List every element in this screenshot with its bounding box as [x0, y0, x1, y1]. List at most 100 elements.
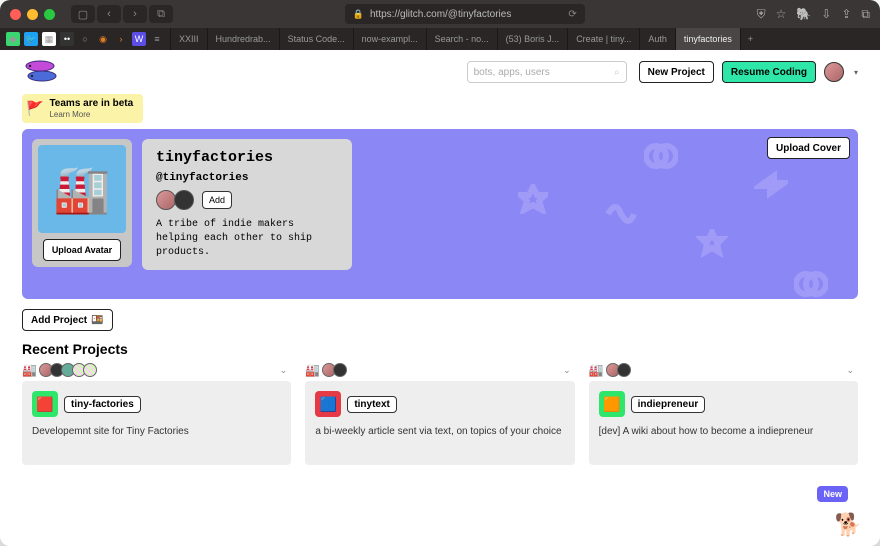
user-avatar[interactable] [824, 62, 844, 82]
share-icon[interactable]: ⇪ [841, 7, 851, 21]
browser-tab[interactable]: (53) Boris J... [497, 28, 568, 50]
project-name: tiny-factories [64, 396, 141, 413]
new-project-button[interactable]: New Project [639, 61, 714, 83]
lock-icon: 🔒 [353, 9, 364, 20]
browser-tabbar: ◆ 🐦 ▦ •• ○ ◉ › W ≡ XXIII Hundredrab... S… [0, 28, 880, 50]
browser-tab[interactable]: now-exampl... [353, 28, 426, 50]
fav-icon[interactable]: W [132, 32, 146, 46]
fav-icon[interactable]: 🐦 [24, 32, 38, 46]
star-icon[interactable]: ☆ [776, 7, 787, 21]
add-member-button[interactable]: Add [202, 191, 232, 209]
chevron-down-icon[interactable]: ⌄ [276, 365, 292, 376]
project-name: tinytext [347, 396, 397, 413]
team-handle: @tinyfactories [156, 172, 338, 184]
member-avatar[interactable] [617, 363, 631, 377]
window-close-icon[interactable] [10, 9, 21, 20]
fav-icon[interactable]: ○ [78, 32, 92, 46]
upload-avatar-button[interactable]: Upload Avatar [43, 239, 121, 261]
reload-icon[interactable]: ⟳ [568, 9, 576, 20]
fav-icon[interactable]: •• [60, 32, 74, 46]
browser-tab[interactable]: XXIII [170, 28, 207, 50]
fav-icon[interactable]: › [114, 32, 128, 46]
deco-icon [754, 169, 788, 206]
member-avatar[interactable] [174, 190, 194, 210]
deco-icon [604, 194, 638, 231]
window-minimize-icon[interactable] [27, 9, 38, 20]
bento-icon: 🍱 [91, 315, 103, 326]
nav-back-icon[interactable]: ‹ [97, 5, 121, 23]
team-info-card: tinyfactories @tinyfactories Add A tribe… [142, 139, 352, 270]
chevron-down-icon[interactable]: ▾ [854, 68, 858, 77]
projects-row: 🏭 ⌄ 🟥 tiny-factories [22, 363, 858, 465]
shield-icon[interactable]: ⛨ [757, 7, 766, 22]
team-hero: Upload Cover 🏭 Upload Avatar tinyfactori… [22, 129, 858, 299]
team-avatar-box: 🏭 Upload Avatar [32, 139, 132, 267]
browser-tab[interactable]: Create | tiny... [567, 28, 639, 50]
beta-banner[interactable]: 🚩 Teams are in beta Learn More [22, 94, 143, 123]
download-icon[interactable]: ⇩ [821, 7, 831, 21]
banner-title: Teams are in beta [49, 98, 133, 109]
member-avatar[interactable] [156, 190, 176, 210]
browser-tab[interactable]: Status Code... [279, 28, 353, 50]
team-members: Add [156, 190, 338, 210]
fav-icon[interactable]: ◆ [6, 32, 20, 46]
sidebar-toggle-icon[interactable]: ▢ [71, 5, 95, 23]
project-description: Developemnt site for Tiny Factories [32, 425, 281, 438]
tabs-overview-icon[interactable]: ⧉ [149, 5, 173, 23]
project-description: [dev] A wiki about how to become a indie… [599, 425, 848, 438]
browser-tab[interactable]: Hundredrab... [207, 28, 279, 50]
glitch-logo[interactable] [22, 58, 66, 86]
banner-learn-more[interactable]: Learn More [49, 110, 90, 119]
search-input[interactable]: bots, apps, users ⌕ [467, 61, 627, 83]
deco-icon [644, 139, 678, 176]
search-placeholder: bots, apps, users [474, 67, 550, 78]
chevron-down-icon[interactable]: ⌄ [559, 365, 575, 376]
fav-icon[interactable]: ≡ [150, 32, 164, 46]
window-titlebar: ▢ ‹ › ⧉ 🔒 https://glitch.com/@tinyfactor… [0, 0, 880, 28]
deco-icon [696, 229, 728, 264]
project-team-icon[interactable]: 🏭 [589, 363, 604, 377]
project-column: 🏭 ⌄ 🟦 tinytext a bi-weekly article sent … [305, 363, 574, 465]
browser-tab[interactable]: Search - no... [426, 28, 497, 50]
project-icon: 🟦 [315, 391, 341, 417]
url-bar[interactable]: 🔒 https://glitch.com/@tinyfactories ⟳ [345, 4, 585, 24]
tabs-icon[interactable]: ⧉ [861, 7, 870, 22]
project-card[interactable]: 🟧 indiepreneur [dev] A wiki about how to… [589, 381, 858, 465]
project-description: a bi-weekly article sent via text, on to… [315, 425, 564, 438]
new-tab-button[interactable]: + [740, 28, 760, 50]
member-avatar[interactable] [333, 363, 347, 377]
project-card[interactable]: 🟦 tinytext a bi-weekly article sent via … [305, 381, 574, 465]
project-card[interactable]: 🟥 tiny-factories Developemnt site for Ti… [22, 381, 291, 465]
project-column: 🏭 ⌄ 🟧 indiepreneur [dev] A wiki about ho… [589, 363, 858, 465]
project-team-icon[interactable]: 🏭 [22, 363, 37, 377]
page-body: bots, apps, users ⌕ New Project Resume C… [0, 50, 880, 546]
member-avatar[interactable] [83, 363, 97, 377]
project-icon: 🟧 [599, 391, 625, 417]
chevron-down-icon[interactable]: ⌄ [842, 365, 858, 376]
favorites-row: ◆ 🐦 ▦ •• ○ ◉ › W ≡ [0, 28, 170, 50]
upload-cover-button[interactable]: Upload Cover [767, 137, 850, 159]
nav-forward-icon[interactable]: › [123, 5, 147, 23]
project-team-icon[interactable]: 🏭 [305, 363, 320, 377]
project-icon: 🟥 [32, 391, 58, 417]
add-project-button[interactable]: Add Project 🍱 [22, 309, 113, 331]
team-name: tinyfactories [156, 149, 338, 166]
clip-icon[interactable]: 🐘 [796, 7, 811, 21]
search-icon: ⌕ [614, 67, 620, 78]
fav-icon[interactable]: ◉ [96, 32, 110, 46]
deco-icon [518, 184, 548, 217]
project-name: indiepreneur [631, 396, 706, 413]
team-description: A tribe of indie makers helping each oth… [156, 218, 338, 260]
recent-projects-heading: Recent Projects [22, 341, 858, 357]
resume-coding-button[interactable]: Resume Coding [722, 61, 816, 83]
browser-tab-active[interactable]: tinyfactories [675, 28, 740, 50]
window-zoom-icon[interactable] [44, 9, 55, 20]
mascot-icon[interactable]: 🐕 [835, 512, 862, 538]
site-header: bots, apps, users ⌕ New Project Resume C… [0, 50, 880, 90]
project-column: 🏭 ⌄ 🟥 tiny-factories [22, 363, 291, 465]
browser-tab[interactable]: Auth [639, 28, 675, 50]
flag-icon: 🚩 [26, 100, 43, 117]
new-badge[interactable]: New [817, 486, 848, 502]
fav-icon[interactable]: ▦ [42, 32, 56, 46]
deco-icon [794, 267, 828, 299]
